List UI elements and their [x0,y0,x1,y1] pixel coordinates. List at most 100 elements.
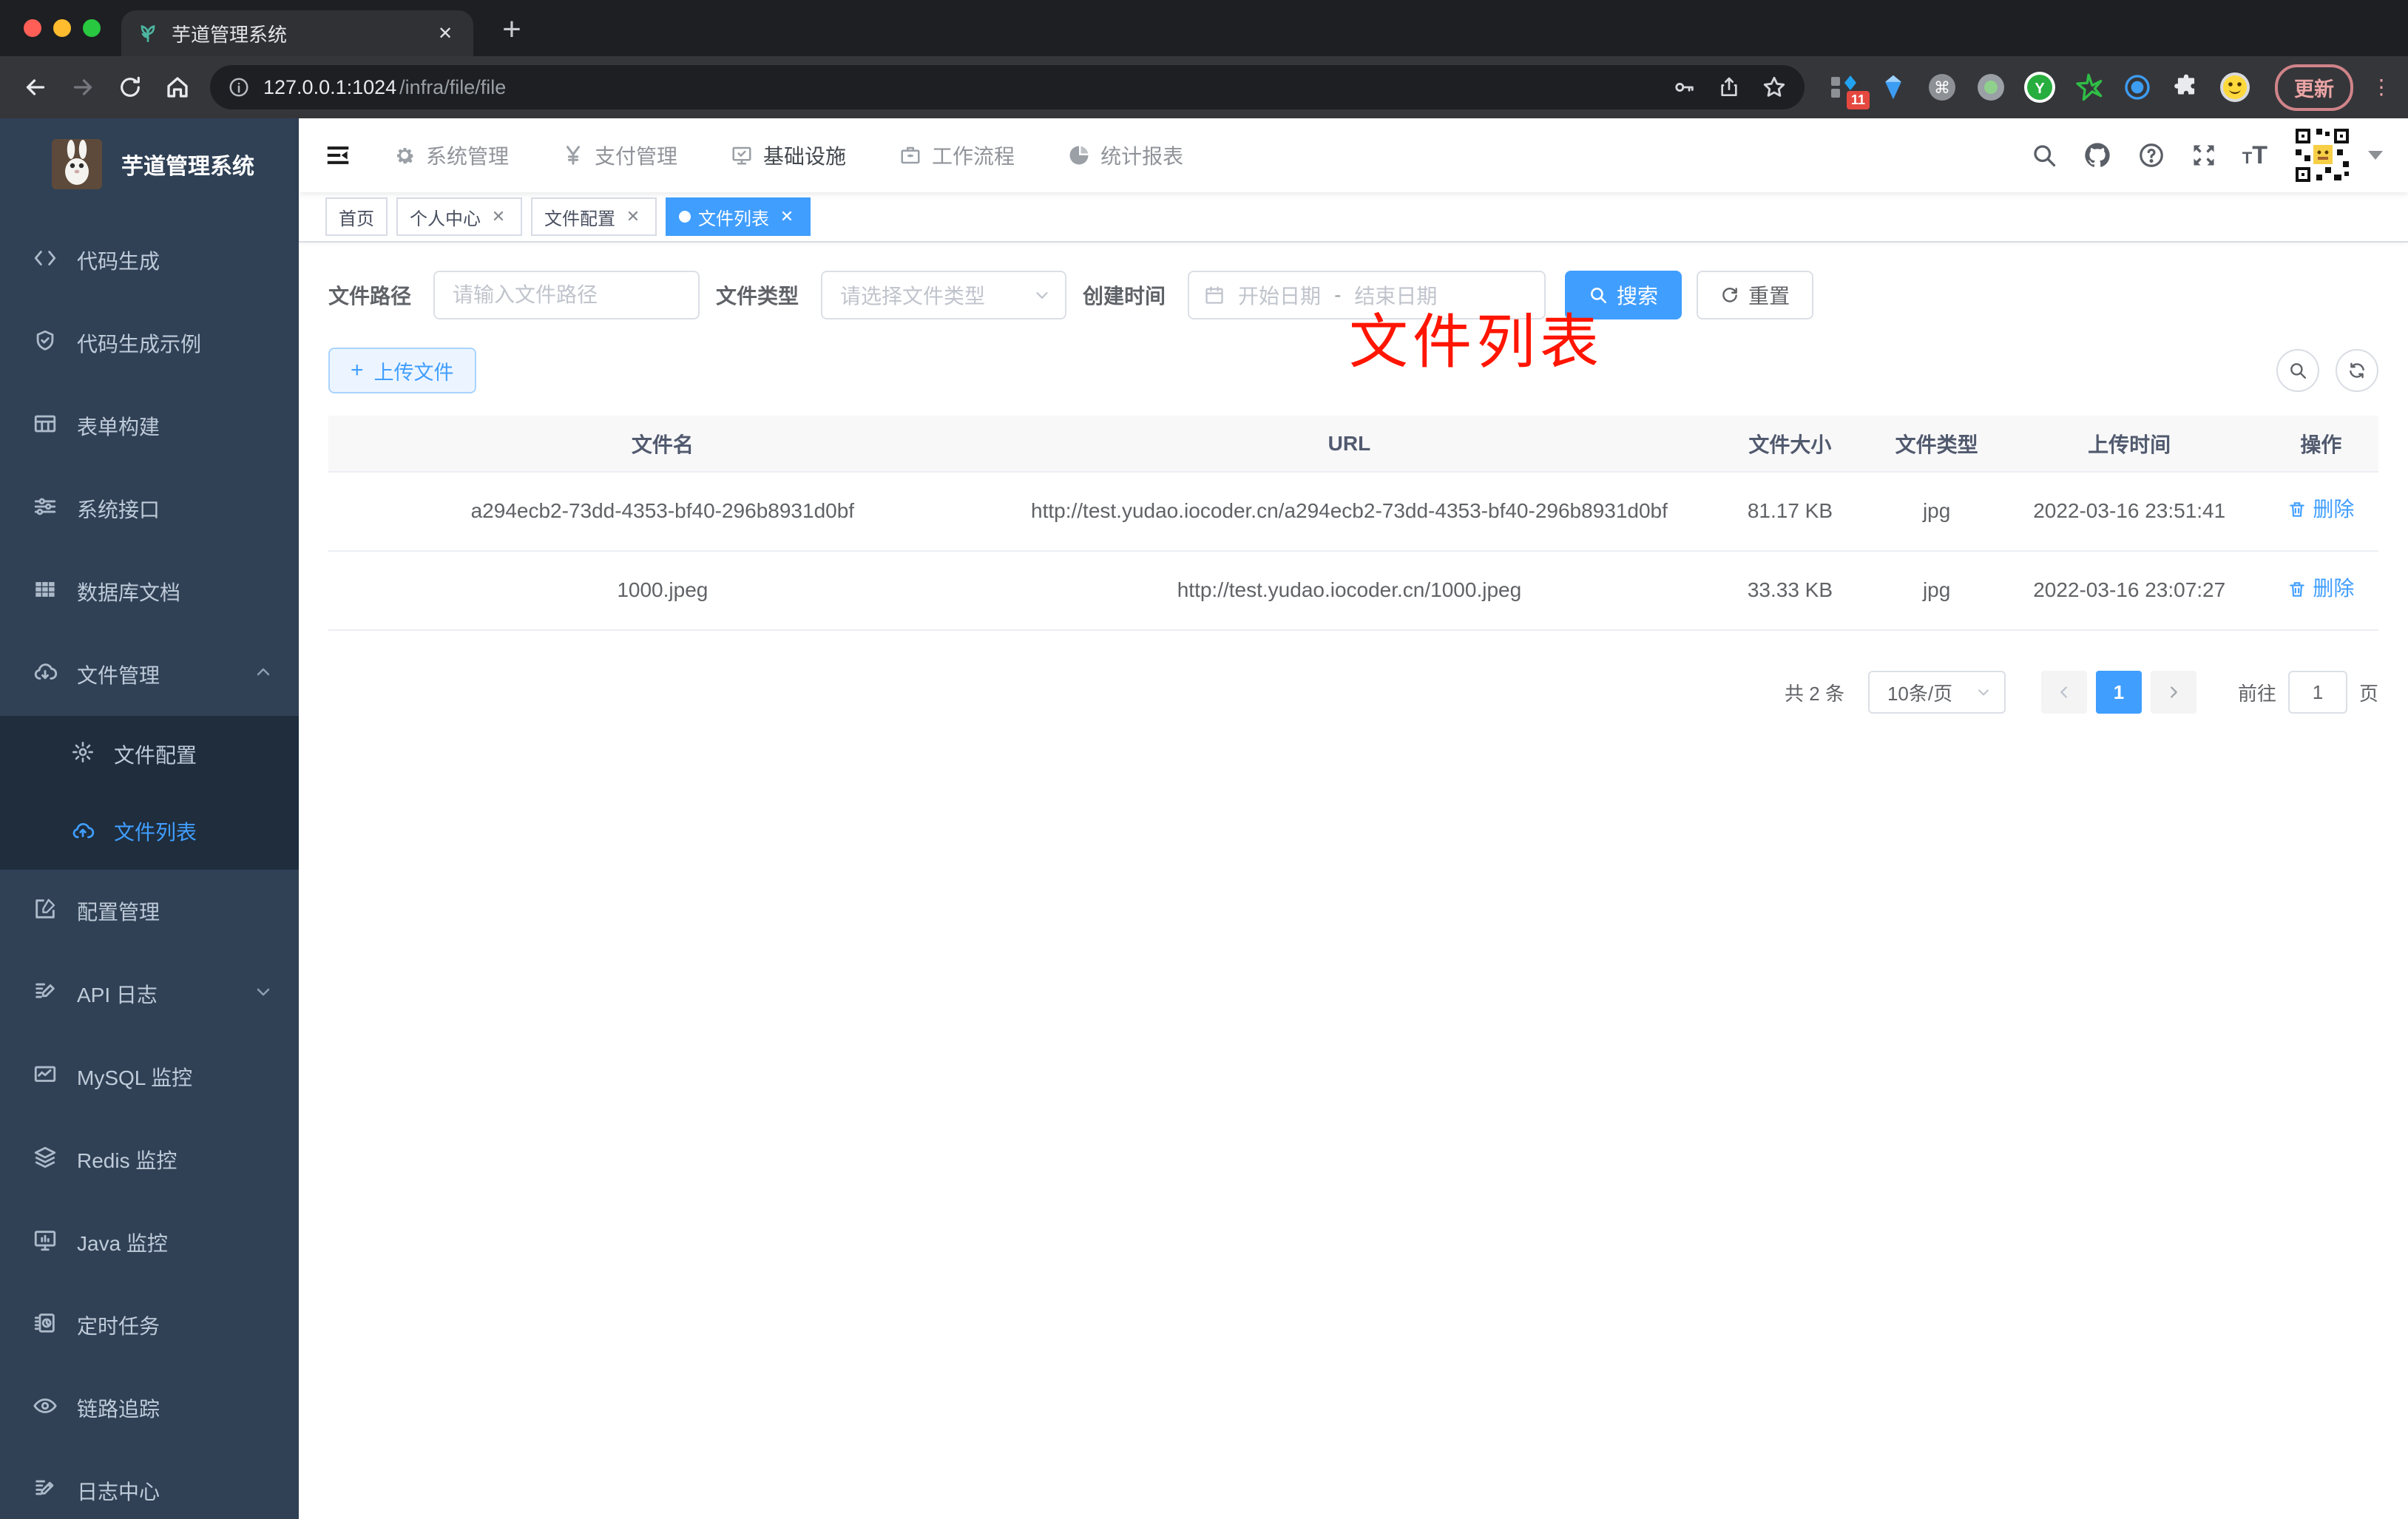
file-type-select[interactable]: 请选择文件类型 [821,271,1067,319]
extension-gem-icon[interactable] [1877,71,1910,104]
file-type-label: 文件类型 [716,285,799,308]
url-host: 127.0.0.1:1024 [263,75,397,98]
yen-icon [562,144,584,166]
site-info-icon[interactable] [228,76,250,98]
prev-page-button[interactable] [2040,671,2087,714]
extension-puzzle-icon[interactable] [2170,71,2202,104]
tag-close-icon[interactable]: ✕ [777,207,797,226]
sidebar-item-tracing[interactable]: 链路追踪 [0,1367,299,1449]
topnav-infrastructure[interactable]: 基础设施 [731,141,846,170]
sidebar-item-file-list[interactable]: 文件列表 [0,793,299,870]
topnav-payment[interactable]: 支付管理 [562,141,677,170]
database-grid-icon [33,577,58,607]
cell-url: http://test.yudao.iocoder.cn/1000.jpeg [996,551,1702,632]
sidebar-item-db-doc[interactable]: 数据库文档 [0,550,299,633]
extension-eye-icon[interactable] [2121,71,2154,104]
sidebar-collapse-icon[interactable] [324,141,352,169]
topnav-workflow[interactable]: 工作流程 [899,141,1015,170]
date-separator: - [1334,283,1342,306]
tag-close-icon[interactable]: ✕ [623,207,643,226]
svg-text:⌘: ⌘ [1934,78,1950,97]
browser-menu-icon[interactable]: ⋮ [2371,77,2392,98]
forward-icon[interactable] [62,67,104,108]
topnav-reports[interactable]: 统计报表 [1068,141,1183,170]
jump-page-input[interactable] [2287,671,2347,714]
home-icon[interactable] [157,67,198,108]
tag-home[interactable]: 首页 [325,197,388,236]
upload-file-button[interactable]: + 上传文件 [328,348,476,393]
tag-close-icon[interactable]: ✕ [488,207,509,226]
pagination-total: 共 2 条 [1785,682,1844,705]
sidebar-item-redis-monitor[interactable]: Redis 监控 [0,1118,299,1201]
page-size-select[interactable]: 10条/页 [1867,671,2006,714]
tag-file-list[interactable]: 文件列表 ✕ [666,197,811,236]
back-icon[interactable] [15,67,56,108]
sidebar-item-config-management[interactable]: 配置管理 [0,870,299,953]
browser-tab[interactable]: 芋道管理系统 ✕ [121,10,473,56]
log-edit-icon [33,1476,58,1506]
delete-label: 删除 [2313,498,2355,521]
password-key-icon[interactable] [1671,75,1697,100]
sidebar-item-mysql-monitor[interactable]: MySQL 监控 [0,1035,299,1118]
sidebar-item-form-builder[interactable]: 表单构建 [0,385,299,467]
main-area: 文件列表 系统管理 支付管理 基础设施 工作流程 统计报表 T T 首页 个人中… [299,118,2408,1519]
window-zoom-button[interactable] [83,19,101,37]
sidebar-item-file-config[interactable]: 文件配置 [0,716,299,793]
topnav-label: 基础设施 [763,145,847,168]
browser-update-button[interactable]: 更新 [2275,64,2353,111]
upload-file-label: 上传文件 [373,361,454,384]
sidebar-logo[interactable]: 芋道管理系统 [0,118,299,210]
tab-close-icon[interactable]: ✕ [432,20,459,47]
url-bar[interactable]: 127.0.0.1:1024/infra/file/file [210,65,1805,109]
file-path-input[interactable] [433,271,700,319]
col-file-size: 文件大小 [1702,416,1878,473]
avatar-caret-icon[interactable] [2368,151,2383,160]
extension-command-icon[interactable]: ⌘ [1926,71,1958,104]
reload-icon[interactable] [109,67,151,108]
current-page[interactable]: 1 [2095,671,2142,714]
delete-button[interactable]: 删除 [2287,572,2354,606]
tag-profile[interactable]: 个人中心 ✕ [396,197,522,236]
extension-star-icon[interactable] [2072,71,2105,104]
sidebar-item-label: Redis 监控 [77,1149,177,1172]
delete-button[interactable]: 删除 [2287,493,2354,527]
window-close-button[interactable] [24,19,41,37]
fullscreen-icon[interactable] [2191,142,2217,169]
sidebar-item-api-log[interactable]: API 日志 [0,953,299,1035]
sidebar-item-java-monitor[interactable]: Java 监控 [0,1201,299,1284]
toggle-search-button[interactable] [2276,349,2319,392]
extension-grid-icon[interactable]: 11 [1828,71,1870,109]
extension-y-icon[interactable]: Y [2023,71,2056,104]
sidebar-item-label: MySQL 监控 [77,1066,193,1089]
sidebar-item-label: 链路追踪 [77,1398,160,1421]
github-icon[interactable] [2083,141,2112,170]
next-page-button[interactable] [2150,671,2196,714]
reset-button[interactable]: 重置 [1697,271,1814,319]
search-icon[interactable] [2031,142,2057,169]
share-icon[interactable] [1717,75,1741,99]
refresh-icon [1722,288,1737,302]
font-size-icon[interactable]: TT [2242,141,2267,170]
refresh-table-button[interactable] [2336,349,2378,392]
help-icon[interactable] [2137,141,2165,169]
calendar-icon [1205,286,1223,304]
new-tab-button[interactable]: + [491,9,532,50]
bookmark-star-icon[interactable] [1762,75,1787,100]
tag-label: 首页 [339,209,374,229]
avatar[interactable] [2293,126,2352,185]
sidebar-item-code-generation[interactable]: 代码生成 [0,219,299,302]
extension-green-dot-icon[interactable] [1975,71,2007,104]
sidebar-item-scheduled-tasks[interactable]: 定时任务 [0,1284,299,1367]
window-minimize-button[interactable] [53,19,71,37]
sidebar-item-log-center[interactable]: 日志中心 [0,1449,299,1519]
file-type-placeholder: 请选择文件类型 [840,285,986,308]
topnav-system[interactable]: 系统管理 [393,141,509,170]
tag-file-config[interactable]: 文件配置 ✕ [531,197,657,236]
sidebar-item-file-management[interactable]: 文件管理 [0,633,299,716]
dashboard-pie-icon [1068,144,1090,166]
cell-upload-time: 2022-03-16 23:07:27 [1995,551,2264,632]
sidebar-item-label: 定时任务 [77,1315,160,1338]
extension-emoji-icon[interactable] [2219,71,2251,104]
sidebar-item-code-example[interactable]: 代码生成示例 [0,302,299,385]
sidebar-item-system-api[interactable]: 系统接口 [0,467,299,550]
